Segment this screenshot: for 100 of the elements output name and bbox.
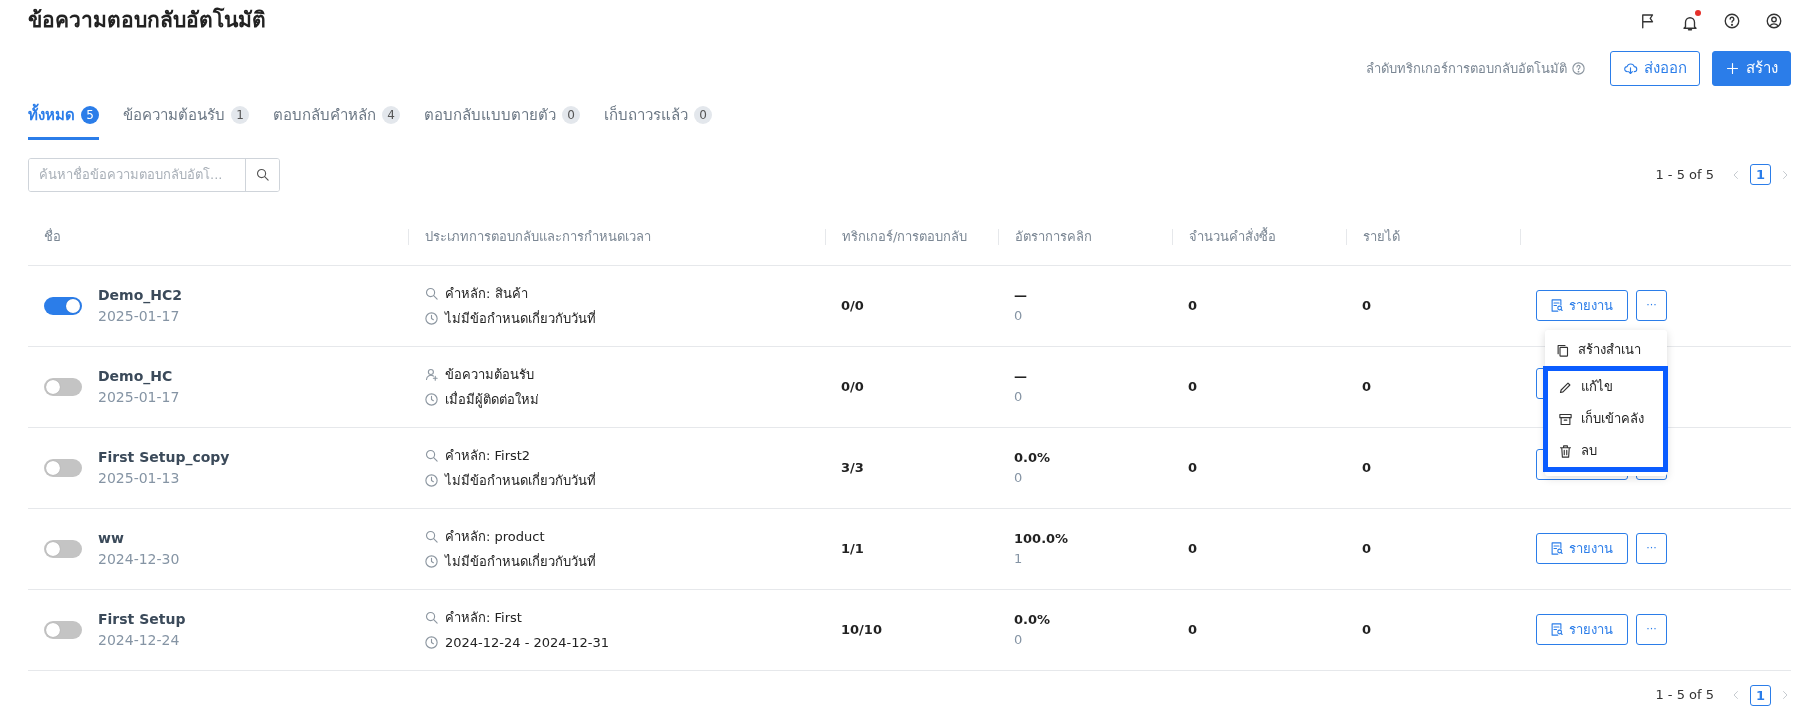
click-rate: 0.0%	[1014, 611, 1052, 630]
rule-date: 2025-01-17	[98, 387, 180, 407]
reply-type: คำหลัก: First	[445, 608, 522, 627]
rule-name: Demo_HC	[98, 366, 174, 387]
column-header: อัตราการคลิก	[1015, 229, 1092, 245]
tab[interactable]: ทั้งหมด 5	[28, 104, 99, 140]
toggle-switch[interactable]	[44, 539, 82, 558]
pagination-range: 1 - 5 of 5	[1655, 165, 1714, 184]
menu-item[interactable]: สร้างสำเนา	[1545, 334, 1667, 367]
cloud-download-icon	[1623, 61, 1638, 77]
tab[interactable]: ตอบกลับคำหลัก 4	[273, 104, 400, 140]
pagination-range: 1 - 5 of 5	[1655, 686, 1714, 705]
trigger-count: 0/0	[841, 297, 864, 313]
create-button[interactable]: สร้าง	[1712, 51, 1791, 87]
click-count: 1	[1014, 549, 1024, 568]
column-header: ทริกเกอร์/การตอบกลับ	[842, 229, 968, 245]
count-badge: 0	[562, 106, 580, 125]
export-button[interactable]: ส่งออก	[1610, 51, 1700, 87]
rule-name: Demo_HC2	[98, 285, 183, 306]
clock-icon	[424, 310, 439, 326]
tab[interactable]: ตอบกลับแบบตายตัว 0	[424, 104, 580, 140]
rule-date: 2025-01-17	[98, 306, 181, 326]
trigger-count: 3/3	[841, 459, 864, 475]
rule-date: 2024-12-24	[98, 630, 181, 650]
menu-item[interactable]: ลบ	[1548, 435, 1663, 468]
more-button[interactable]: ···	[1636, 533, 1667, 565]
click-rate: —	[1014, 287, 1028, 306]
order-count: 0	[1188, 459, 1198, 475]
report-button[interactable]: รายงาน	[1536, 614, 1628, 646]
report-button[interactable]: รายงาน	[1536, 533, 1628, 565]
report-icon	[1549, 298, 1564, 314]
revenue-value: 0	[1362, 459, 1372, 475]
tab[interactable]: เก็บถาวรแล้ว 0	[604, 104, 712, 140]
toggle-switch[interactable]	[44, 296, 82, 315]
more-button[interactable]: ···	[1636, 290, 1667, 322]
search-icon	[424, 528, 439, 544]
more-button[interactable]: ···	[1636, 614, 1667, 646]
click-count: 0	[1014, 630, 1024, 649]
report-icon	[1549, 622, 1564, 638]
rule-date: 2024-12-30	[98, 549, 180, 569]
count-badge: 0	[694, 106, 712, 125]
search-icon	[424, 447, 439, 463]
user-icon	[1765, 12, 1783, 30]
help-icon	[1571, 61, 1586, 77]
order-count: 0	[1188, 621, 1198, 637]
click-count: 0	[1014, 306, 1024, 325]
trigger-count: 1/1	[841, 540, 864, 556]
schedule-text: ไม่มีข้อกำหนดเกี่ยวกับวันที่	[445, 309, 596, 328]
revenue-value: 0	[1362, 621, 1372, 637]
menu-item[interactable]: แก้ไข	[1548, 371, 1663, 404]
tab[interactable]: ข้อความต้อนรับ 1	[123, 104, 249, 140]
order-count: 0	[1188, 378, 1198, 394]
clock-icon	[424, 634, 439, 650]
page-title: ข้อความตอบกลับอัตโนมัติ	[28, 8, 266, 34]
column-header: ชื่อ	[44, 229, 61, 245]
count-badge: 5	[81, 106, 99, 125]
search-icon	[424, 285, 439, 301]
rule-name: ww	[98, 528, 125, 548]
search-button[interactable]	[245, 158, 279, 191]
rule-name: First Setup_copy	[98, 447, 230, 468]
click-rate: 0.0%	[1014, 449, 1052, 468]
help-link[interactable]: ลำดับทริกเกอร์การตอบกลับอัตโนมัติ	[1366, 58, 1567, 79]
clock-icon	[424, 391, 439, 407]
toggle-switch[interactable]	[44, 620, 82, 639]
click-rate: —	[1014, 368, 1028, 387]
archive-icon	[1558, 411, 1573, 427]
page-button[interactable]: 1	[1750, 164, 1771, 186]
copy-icon	[1555, 342, 1570, 358]
reply-type: คำหลัก: First2	[445, 446, 531, 465]
search-field[interactable]: ค้นหาชื่อข้อความตอบกลับอัตโ...	[28, 157, 280, 192]
count-badge: 1	[231, 106, 249, 125]
count-badge: 4	[382, 106, 400, 125]
search-icon	[255, 167, 270, 183]
revenue-value: 0	[1362, 378, 1372, 394]
clock-icon	[424, 553, 439, 569]
report-icon	[1549, 541, 1564, 557]
menu-item[interactable]: เก็บเข้าคลัง	[1548, 403, 1663, 436]
column-header: รายได้	[1363, 229, 1400, 245]
column-header: จำนวนคำสั่งซื้อ	[1189, 229, 1276, 245]
reply-type: คำหลัก: สินค้า	[445, 284, 528, 303]
trash-icon	[1558, 443, 1573, 459]
trigger-count: 0/0	[841, 378, 864, 394]
toggle-switch[interactable]	[44, 458, 82, 477]
person-add-icon	[424, 366, 439, 382]
page-button[interactable]: 1	[1750, 684, 1771, 706]
click-count: 0	[1014, 468, 1024, 487]
help-icon	[1723, 12, 1741, 30]
schedule-text: ไม่มีข้อกำหนดเกี่ยวกับวันที่	[445, 552, 596, 571]
column-header: ประเภทการตอบกลับและการกำหนดเวลา	[425, 229, 651, 245]
trigger-count: 10/10	[841, 621, 882, 637]
click-rate: 100.0%	[1014, 530, 1070, 549]
reply-type: คำหลัก: product	[445, 527, 545, 546]
toggle-switch[interactable]	[44, 377, 82, 396]
order-count: 0	[1188, 297, 1198, 313]
revenue-value: 0	[1362, 540, 1372, 556]
rule-date: 2025-01-13	[98, 468, 181, 488]
report-button[interactable]: รายงาน	[1536, 290, 1628, 322]
plus-icon	[1725, 61, 1740, 77]
reply-type: ข้อความต้อนรับ	[445, 365, 534, 384]
schedule-text: เมื่อมีผู้ติดต่อใหม่	[445, 390, 539, 410]
